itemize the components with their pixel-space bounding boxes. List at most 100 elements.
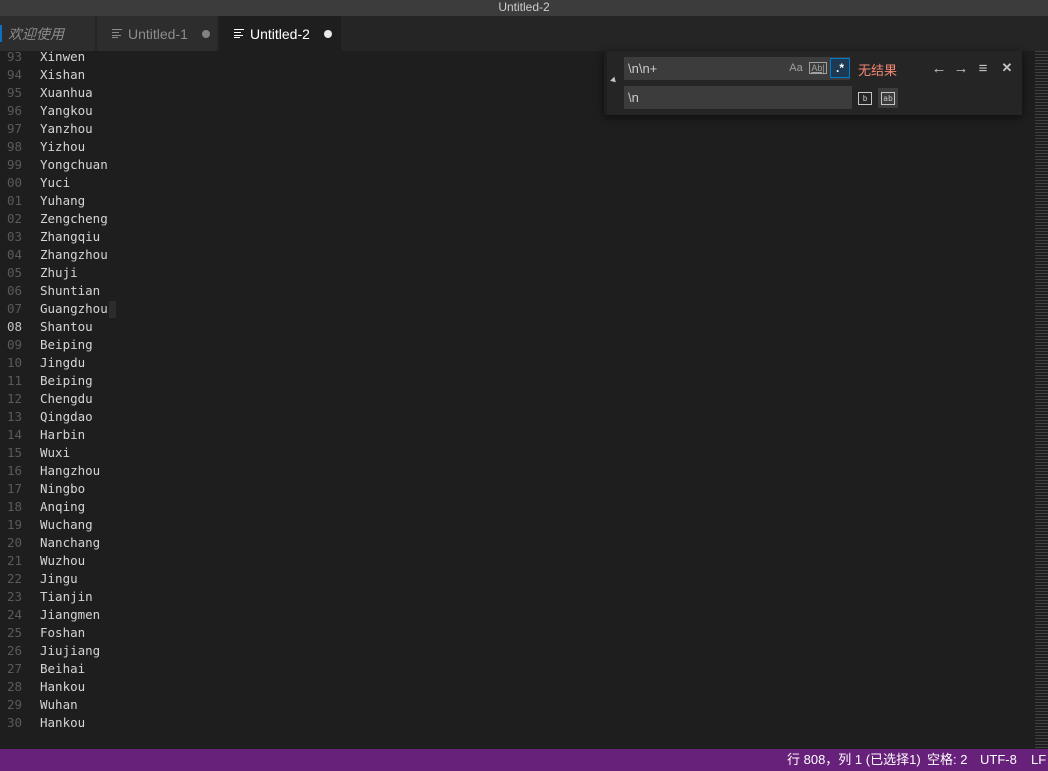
code-line[interactable]: Harbin (40, 426, 116, 444)
code-line[interactable]: Qingdao (40, 408, 116, 426)
code-line-text: Jingdu (40, 355, 86, 370)
code-line[interactable]: Zhangqiu (40, 228, 116, 246)
chevron-down-icon[interactable] (610, 76, 618, 85)
close-find-button[interactable]: ✕ (997, 58, 1017, 78)
line-number: 95 (6, 85, 22, 100)
code-line[interactable]: Shantou (40, 318, 116, 336)
code-line-text: Chengdu (40, 391, 93, 406)
line-number: 93 (6, 51, 22, 64)
code-line[interactable]: Tianjin (40, 588, 116, 606)
tab-untitled-2[interactable]: Untitled-2 (219, 16, 341, 51)
code-line[interactable]: Ningbo (40, 480, 116, 498)
previous-match-button[interactable]: ← (929, 58, 949, 78)
code-line-text: Yizhou (40, 139, 86, 154)
code-line[interactable]: Beiping (40, 336, 116, 354)
whole-word-toggle[interactable]: Ab| (808, 58, 828, 78)
code-line[interactable]: Jiangmen (40, 606, 116, 624)
replace-toggle-bar[interactable] (604, 51, 607, 115)
code-line[interactable]: Hangzhou (40, 462, 116, 480)
line-number: 20 (6, 535, 22, 550)
editor-area[interactable]: 93 94 95 96 97 98 99 00 01 02 03 04 05 06 07 08 09 10 11 12… (0, 51, 1048, 749)
code-line-text: Wuchang (40, 517, 93, 532)
tab-untitled-1[interactable]: Untitled-1 (97, 16, 217, 51)
code-line-text: Ningbo (40, 481, 86, 496)
minimap[interactable] (1035, 51, 1048, 749)
code-line[interactable]: Yangkou (40, 102, 116, 120)
cursor-position[interactable]: 行 808，列 1 (已选择1) (787, 749, 921, 771)
tab-bar: 欢迎使用 Untitled-1 Untitled-2 (0, 16, 1048, 51)
next-match-button[interactable]: → (951, 58, 971, 78)
code-line[interactable]: Xishan (40, 66, 116, 84)
regex-toggle[interactable]: .* (830, 58, 850, 78)
code-line[interactable]: Jingdu (40, 354, 116, 372)
code-line[interactable]: Wuxi (40, 444, 116, 462)
code-line-text: Yanzhou (40, 121, 93, 136)
code-line-text: Nanchang (40, 535, 101, 550)
code-line[interactable]: Zengcheng (40, 210, 116, 228)
code-line[interactable]: Chengdu (40, 390, 116, 408)
tab-welcome-accent (0, 25, 2, 42)
encoding-setting[interactable]: UTF-8 (980, 749, 1017, 771)
code-line[interactable]: Yuci (40, 174, 116, 192)
code-line[interactable]: Wuhan (40, 696, 116, 714)
line-number: 28 (6, 679, 22, 694)
selection-lines-icon: ≡ (978, 59, 988, 77)
code-line[interactable]: Foshan (40, 624, 116, 642)
unsaved-dot-icon[interactable] (323, 29, 332, 38)
line-number: 19 (6, 517, 22, 532)
code-line[interactable]: Anqing (40, 498, 116, 516)
code-line[interactable]: Yizhou (40, 138, 116, 156)
line-number-gutter: 93 94 95 96 97 98 99 00 01 02 03 04 05 06 07 08 09 10 11 12… (0, 51, 22, 732)
line-number: 24 (6, 607, 22, 622)
code-line[interactable]: Jiujiang (40, 642, 116, 660)
code-line[interactable]: Beihai (40, 660, 116, 678)
code-line[interactable]: Yongchuan (40, 156, 116, 174)
find-widget: Aa Ab| .* 无结果 ← → ≡ ✕ b ab (604, 51, 1022, 115)
replace-input[interactable] (624, 86, 852, 109)
line-number: 00 (6, 175, 22, 190)
code-line-text: Beihai (40, 661, 86, 676)
eol-setting[interactable]: LF (1031, 749, 1046, 771)
code-line[interactable]: Zhangzhou (40, 246, 116, 264)
code-line[interactable]: Zhuji (40, 264, 116, 282)
line-number: 17 (6, 481, 22, 496)
indentation-setting[interactable]: 空格: 2 (927, 749, 967, 771)
code-lines[interactable]: Xinwen Xishan Xuanhua Yangkou Yanzhou Yizhou Y… (40, 51, 116, 732)
arrow-right-icon: → (953, 59, 969, 77)
line-number: 30 (6, 715, 22, 730)
code-line-text: Wuhan (40, 697, 78, 712)
code-line-text: Jingu (40, 571, 78, 586)
close-icon: ✕ (1001, 60, 1013, 75)
code-line[interactable]: Nanchang (40, 534, 116, 552)
file-lines-icon (234, 29, 244, 38)
code-line[interactable]: Guangzhou (40, 300, 116, 318)
code-line-text: Zhangqiu (40, 229, 101, 244)
line-number: 97 (6, 121, 22, 136)
code-line[interactable]: Shuntian (40, 282, 116, 300)
unsaved-dot-icon[interactable] (201, 29, 210, 38)
code-line[interactable]: Jingu (40, 570, 116, 588)
code-line-text: Zhuji (40, 265, 78, 280)
replace-button[interactable]: b (855, 88, 875, 108)
match-case-toggle[interactable]: Aa (786, 58, 806, 78)
code-line[interactable]: Beiping (40, 372, 116, 390)
window-title: Untitled-2 (498, 0, 550, 14)
code-line[interactable]: Hankou (40, 714, 116, 732)
code-line[interactable]: Wuzhou (40, 552, 116, 570)
code-line[interactable]: Hankou (40, 678, 116, 696)
replace-all-button[interactable]: ab (878, 88, 898, 108)
code-line[interactable]: Yanzhou (40, 120, 116, 138)
text-cursor (108, 301, 116, 318)
line-number: 03 (6, 229, 22, 244)
line-number: 18 (6, 499, 22, 514)
tab-welcome[interactable]: 欢迎使用 (0, 16, 95, 51)
code-line[interactable]: Xinwen (40, 51, 116, 66)
code-line[interactable]: Xuanhua (40, 84, 116, 102)
find-in-selection-button[interactable]: ≡ (973, 58, 993, 78)
line-number: 29 (6, 697, 22, 712)
code-line-text: Beiping (40, 337, 93, 352)
code-line[interactable]: Yuhang (40, 192, 116, 210)
line-number: 98 (6, 139, 22, 154)
code-line[interactable]: Wuchang (40, 516, 116, 534)
line-number: 07 (6, 301, 22, 316)
